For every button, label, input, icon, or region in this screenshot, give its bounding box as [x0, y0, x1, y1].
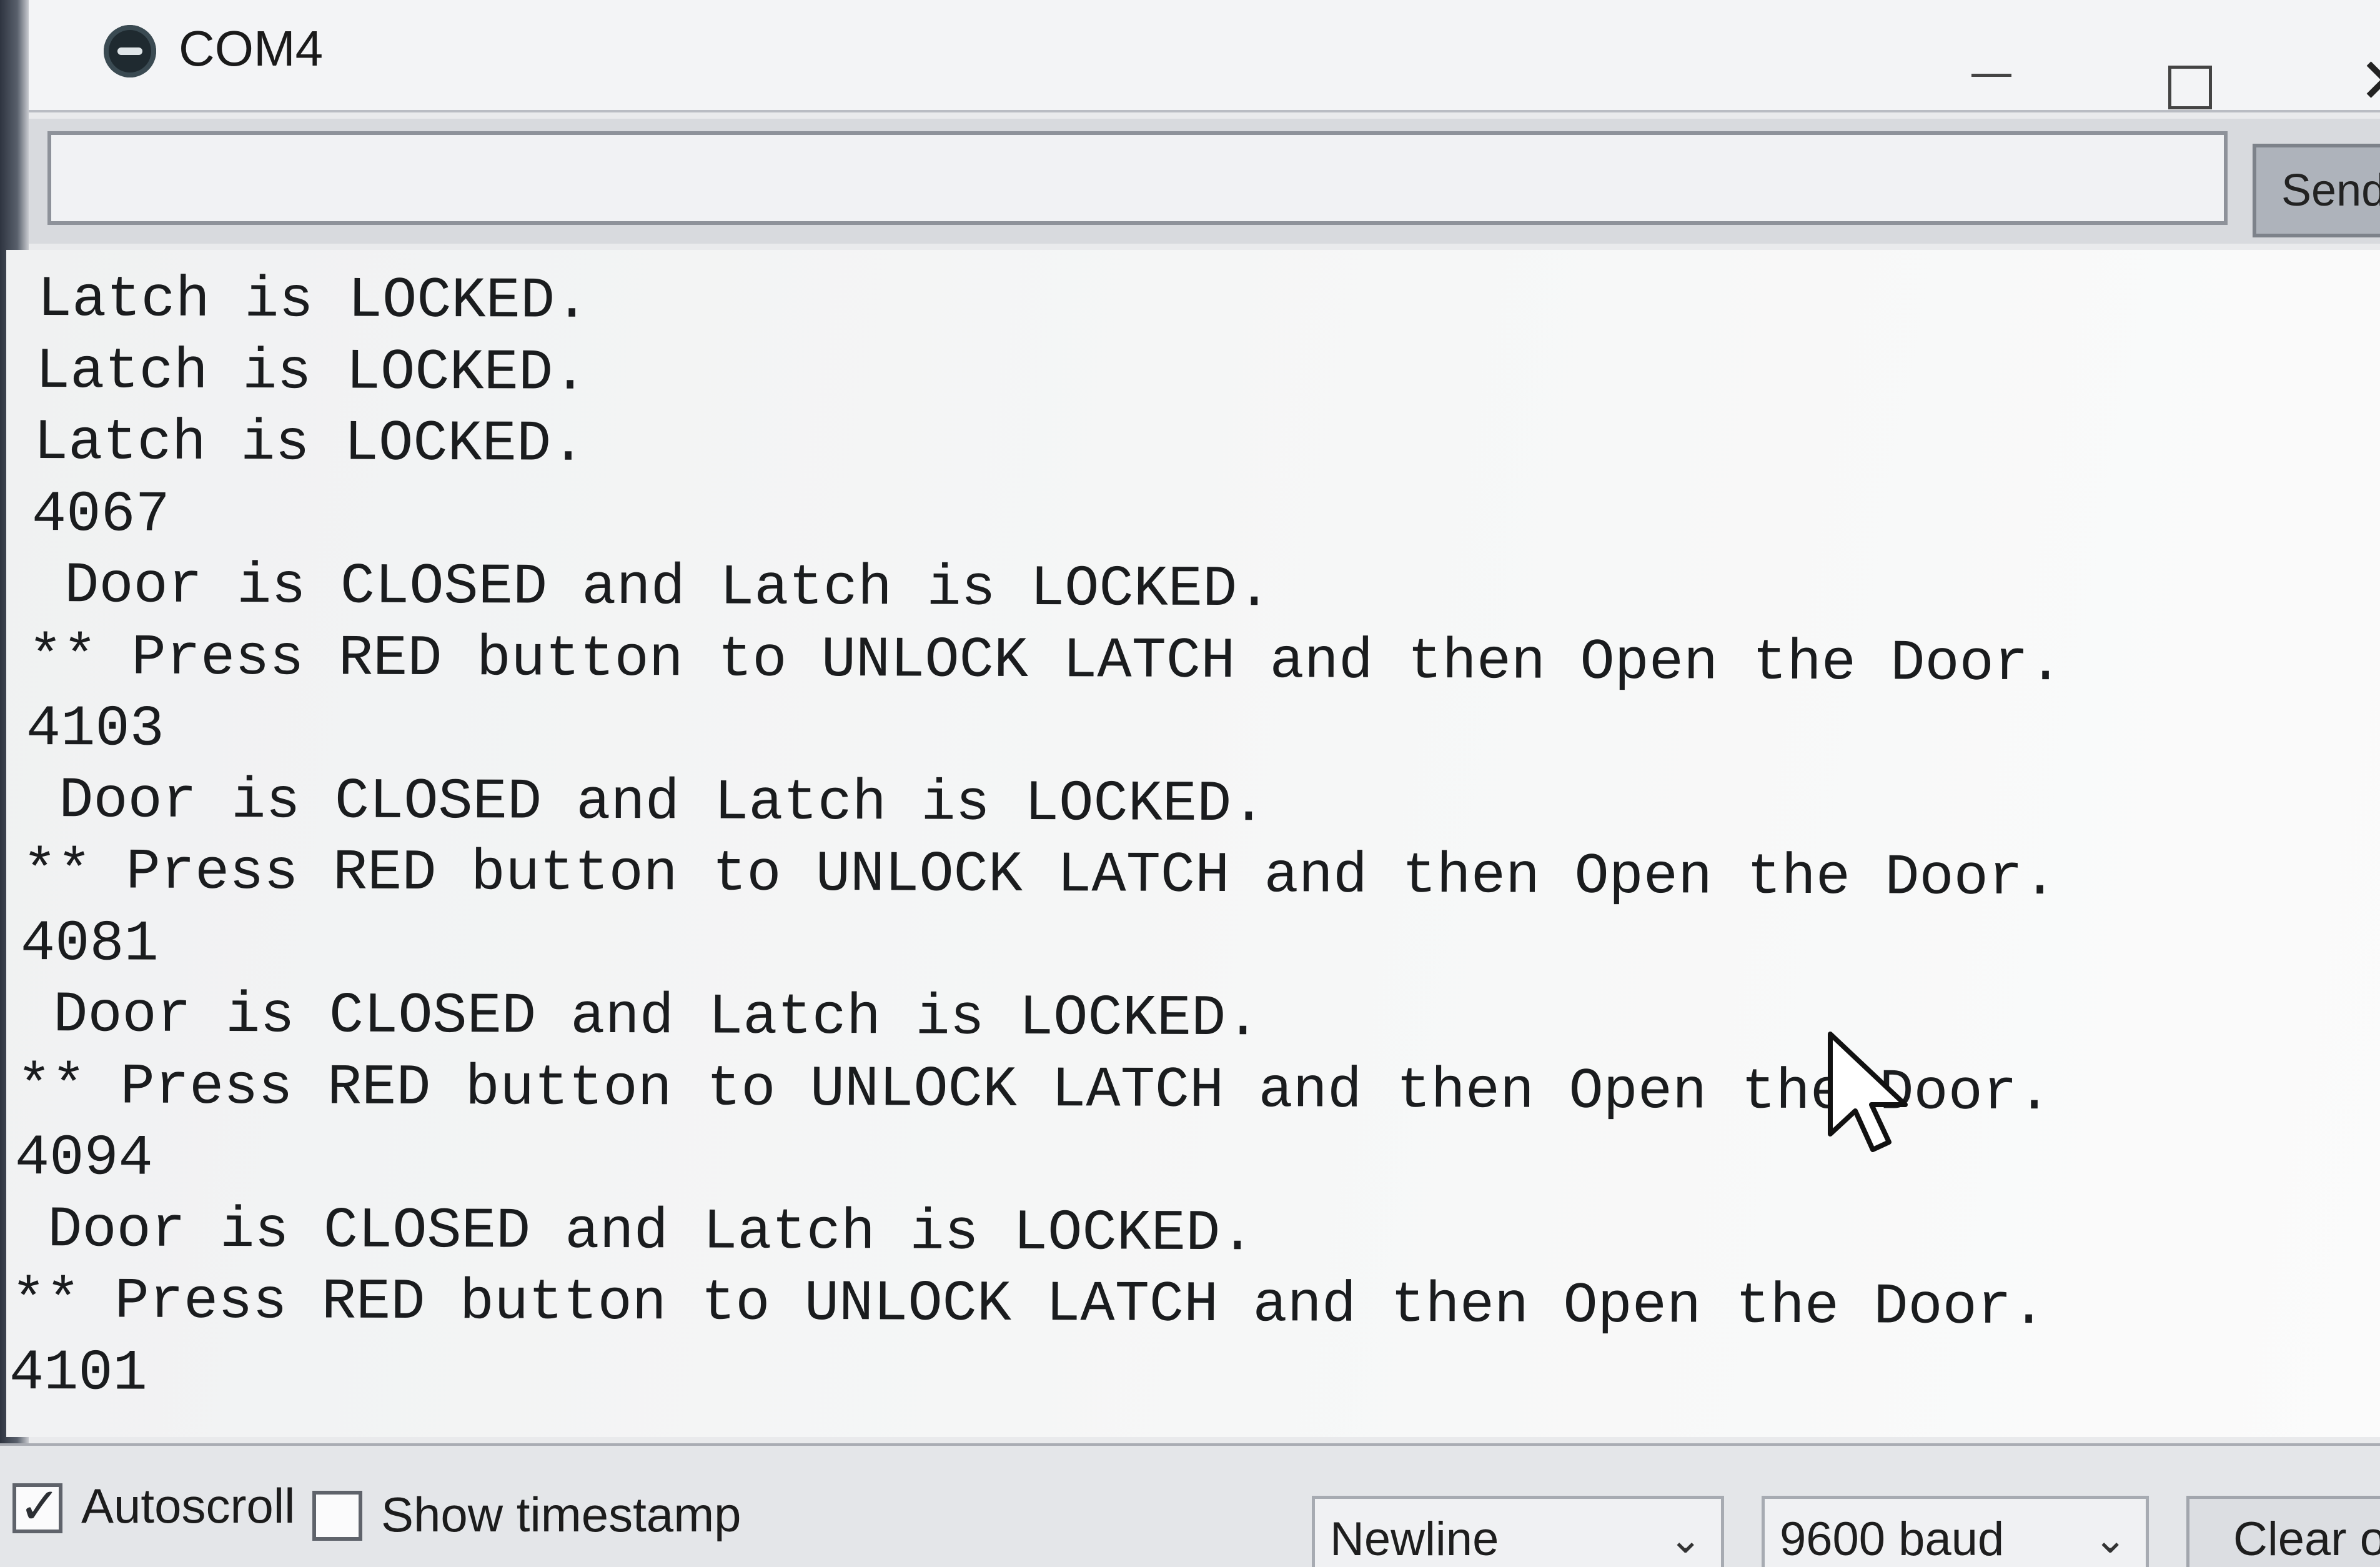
line-ending-value: Newline	[1330, 1513, 1499, 1566]
show-timestamp-checkbox[interactable]	[312, 1491, 362, 1541]
clear-output-button[interactable]: Clear output	[2186, 1496, 2380, 1567]
serial-output-line: 4067	[31, 482, 171, 548]
serial-output-line: Door is CLOSED and Latch is LOCKED.	[18, 982, 1261, 1052]
maximize-button[interactable]	[2168, 66, 2212, 109]
checkmark-icon: ✓	[19, 1477, 61, 1535]
serial-output-line: Latch is LOCKED.	[37, 267, 590, 334]
minimize-button[interactable]	[1971, 74, 2011, 77]
serial-output-line: Door is CLOSED and Latch is LOCKED.	[29, 553, 1272, 623]
serial-output-line: Door is CLOSED and Latch is LOCKED.	[12, 1197, 1255, 1267]
serial-output-line: Door is CLOSED and Latch is LOCKED.	[24, 768, 1266, 838]
serial-output-area[interactable]: Latch is LOCKED. Latch is LOCKED. Latch is…	[6, 250, 2380, 1437]
send-input[interactable]	[47, 131, 2228, 225]
serial-output-line: 4094	[14, 1125, 154, 1191]
serial-output-line: ** Press RED button to UNLOCK LATCH and …	[27, 625, 2063, 697]
serial-output-line: ** Press RED button to UNLOCK LATCH and …	[22, 839, 2058, 912]
serial-output-line: ** Press RED button to UNLOCK LATCH and …	[16, 1054, 2052, 1127]
serial-output-line: ** Press RED button to UNLOCK LATCH and …	[11, 1268, 2046, 1341]
serial-monitor-window: COM4 ✕ Send Latch is LOCKED.Latch is LOC…	[0, 0, 2380, 1567]
mouse-pointer-icon	[1828, 1032, 1908, 1152]
show-timestamp-label: Show timestamp	[381, 1487, 741, 1542]
chevron-down-icon: ⌄	[1668, 1516, 1702, 1563]
chevron-down-icon: ⌄	[2093, 1516, 2127, 1563]
autoscroll-checkbox[interactable]: ✓	[12, 1478, 62, 1535]
line-ending-select[interactable]: Newline ⌄	[1312, 1496, 1724, 1567]
send-row: Send	[29, 119, 2380, 244]
autoscroll-label: Autoscroll	[81, 1478, 295, 1533]
serial-output-line: Latch is LOCKED.	[33, 410, 586, 477]
baud-rate-value: 9600 baud	[1780, 1513, 2005, 1566]
bottom-toolbar: ✓ Autoscroll Show timestamp Newline ⌄ 96…	[0, 1443, 2380, 1567]
send-button[interactable]: Send	[2253, 144, 2380, 237]
window-title: COM4	[179, 21, 324, 76]
close-button[interactable]: ✕	[2359, 50, 2380, 112]
serial-output-line: 4103	[26, 696, 165, 762]
arduino-icon	[104, 25, 156, 77]
serial-output-line: 4101	[9, 1340, 148, 1406]
serial-output-line: 4081	[20, 911, 159, 977]
title-bar: COM4 ✕	[29, 0, 2380, 112]
baud-rate-select[interactable]: 9600 baud ⌄	[1762, 1496, 2149, 1567]
serial-output-line: Latch is LOCKED.	[35, 339, 588, 406]
